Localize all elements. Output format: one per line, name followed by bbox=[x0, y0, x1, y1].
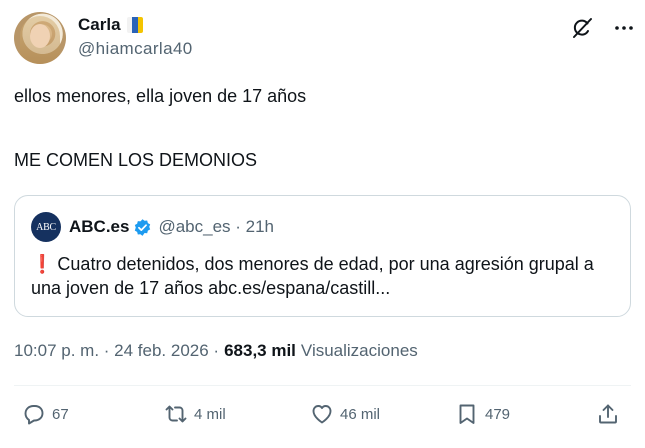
canary-islands-flag-icon bbox=[126, 17, 143, 33]
like-button[interactable]: 46 mil bbox=[310, 402, 380, 426]
quoted-tweet-text: ❗ Cuatro detenidos, dos menores de edad, … bbox=[31, 252, 611, 300]
repost-icon bbox=[165, 405, 187, 423]
bookmark-button[interactable]: 479 bbox=[455, 402, 510, 426]
author-name-row: Carla bbox=[78, 15, 143, 35]
tweet-timestamp[interactable]: 10:07 p. m. · 24 feb. 2026 · bbox=[14, 341, 219, 361]
avatar[interactable] bbox=[14, 12, 66, 64]
quoted-tweet-card[interactable]: ABC ABC.es @abc_es · 21h ❗ Cuatro detenid… bbox=[14, 195, 631, 317]
share-icon bbox=[599, 404, 617, 424]
exclamation-icon: ❗ bbox=[31, 254, 54, 274]
repost-button[interactable]: 4 mil bbox=[164, 402, 226, 426]
action-bar: 67 4 mil 46 mil 479 bbox=[14, 402, 631, 434]
bookmark-count: 479 bbox=[485, 405, 511, 423]
quoted-handle-time: @abc_es · 21h bbox=[158, 217, 275, 236]
divider bbox=[14, 385, 631, 386]
tweet-text-line-2: ME COMEN LOS DEMONIOS bbox=[14, 150, 258, 170]
author-display-name[interactable]: Carla bbox=[78, 15, 121, 35]
tweet-header: Carla @hiamcarla40 bbox=[14, 12, 634, 66]
avatar-face bbox=[30, 24, 50, 48]
share-button[interactable] bbox=[596, 402, 620, 426]
repost-count: 4 mil bbox=[194, 405, 226, 423]
reply-count: 67 bbox=[52, 405, 69, 423]
reply-button[interactable]: 67 bbox=[22, 402, 69, 426]
bookmark-icon bbox=[459, 404, 475, 424]
quoted-tweet-header: ABC ABC.es @abc_es · 21h bbox=[31, 212, 274, 242]
tweet-text-line-1: ellos menores, ella joven de 17 años bbox=[14, 86, 307, 106]
abc-logo-avatar[interactable]: ABC bbox=[31, 212, 61, 242]
tweet-meta: 10:07 p. m. · 24 feb. 2026 · 683,3 mil V… bbox=[14, 341, 418, 361]
views-label: Visualizaciones bbox=[300, 341, 418, 360]
views-count: 683,3 mil bbox=[224, 341, 296, 360]
more-options-icon[interactable] bbox=[612, 16, 636, 40]
author-handle[interactable]: @hiamcarla40 bbox=[78, 39, 193, 59]
grok-icon[interactable] bbox=[570, 16, 594, 40]
like-count: 46 mil bbox=[340, 405, 381, 423]
quoted-author-name[interactable]: ABC.es bbox=[69, 217, 129, 237]
verified-badge-icon bbox=[135, 218, 151, 236]
reply-icon bbox=[24, 405, 44, 425]
heart-icon bbox=[312, 405, 332, 424]
quoted-tweet-body: Cuatro detenidos, dos menores de edad, p… bbox=[31, 254, 594, 298]
